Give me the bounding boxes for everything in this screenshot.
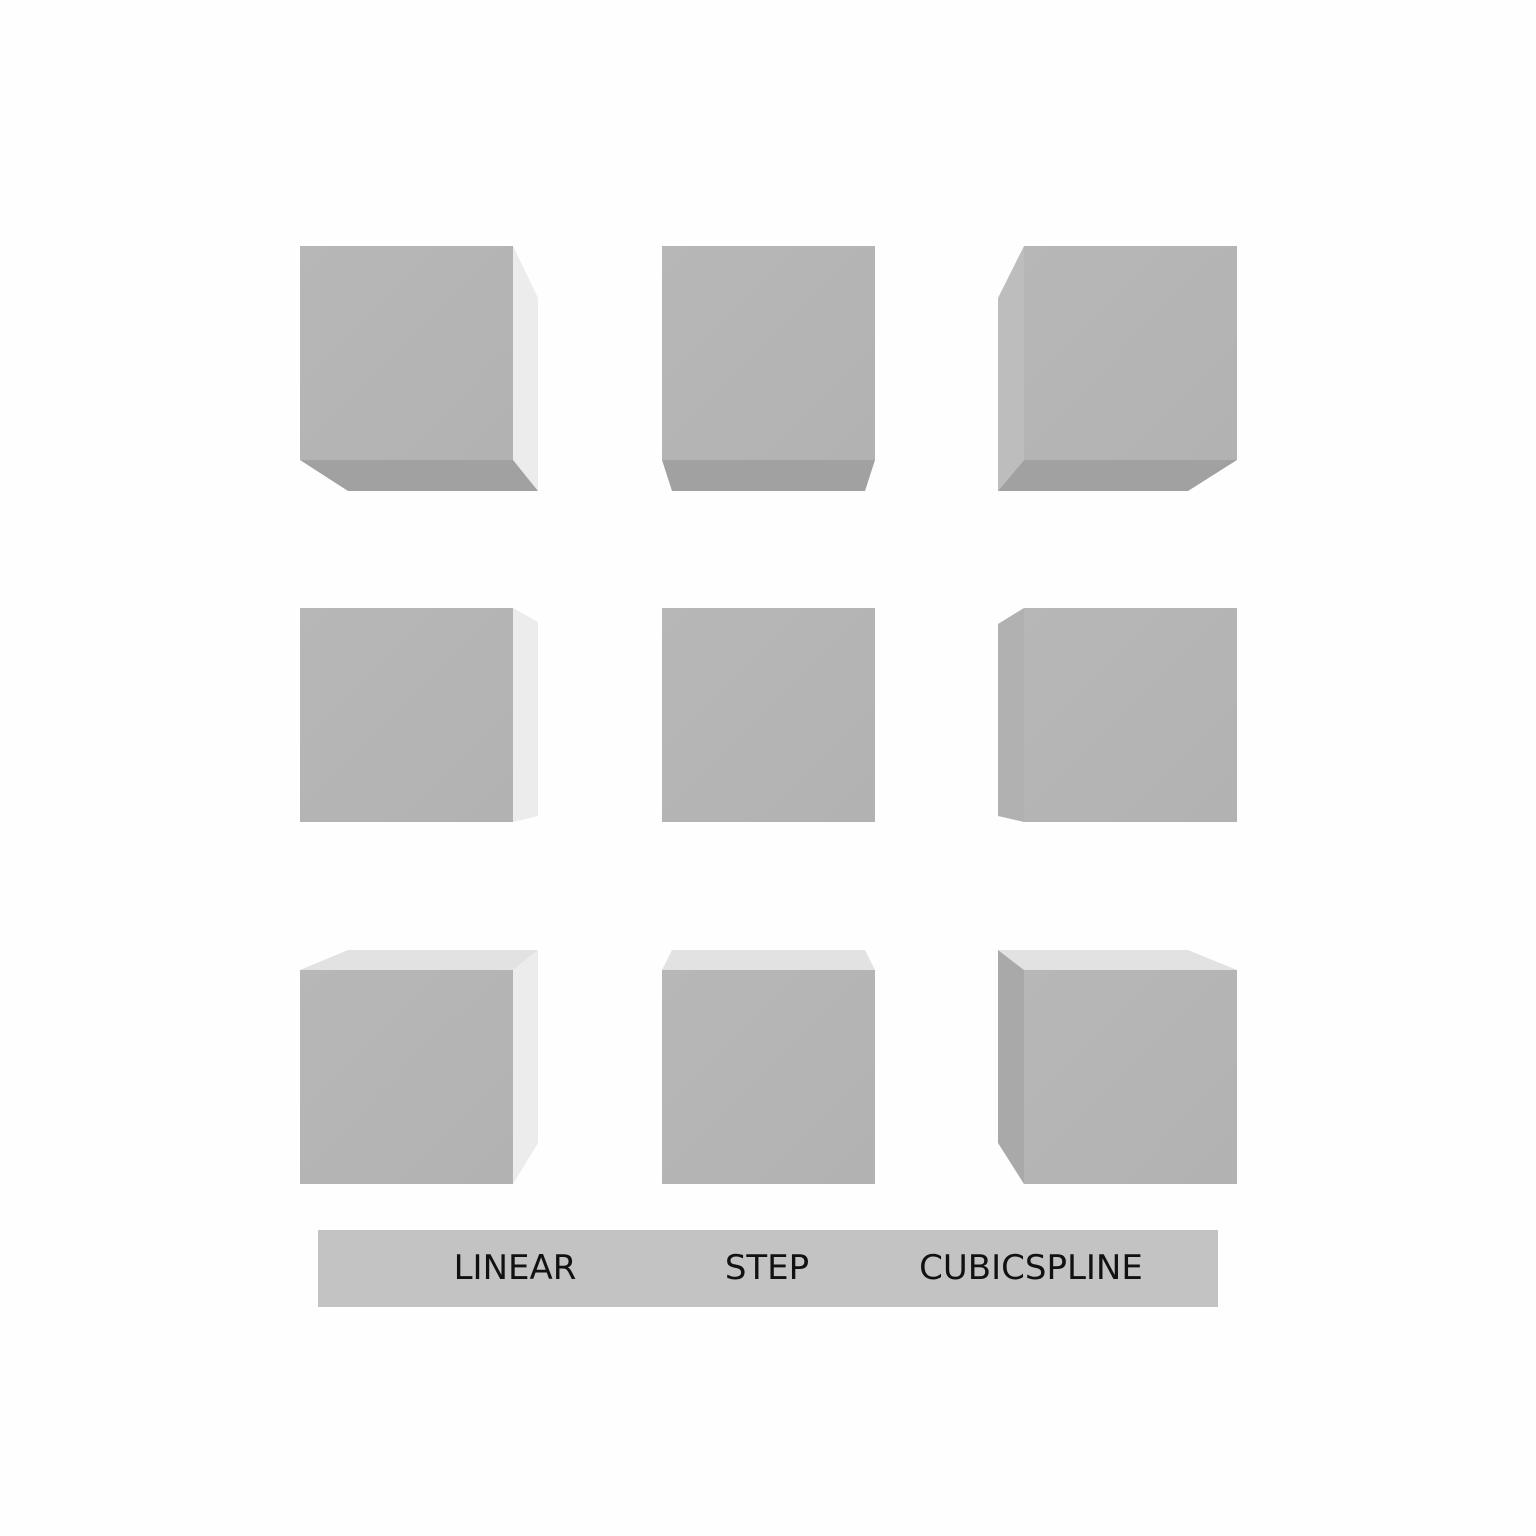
cube-side-face xyxy=(513,608,538,822)
cube-step-row3 xyxy=(662,950,875,1184)
cube-linear-row3 xyxy=(300,950,538,1184)
cube-top-face xyxy=(662,950,875,970)
cube-side-face xyxy=(998,246,1024,491)
cube-front-face xyxy=(662,246,875,460)
cube-cubicspline-row2 xyxy=(998,608,1237,822)
cube-cubicspline-row3 xyxy=(998,950,1237,1184)
cube-linear-row2 xyxy=(300,608,538,822)
cube-side-face xyxy=(998,608,1024,822)
cube-front-face xyxy=(300,246,513,460)
cube-side-face xyxy=(513,246,538,491)
label-linear: LINEAR xyxy=(453,1248,577,1288)
interpolation-label-bar: LINEAR STEP CUBICSPLINE xyxy=(318,1230,1218,1307)
cube-top-face xyxy=(998,950,1237,970)
cube-bottom-face xyxy=(662,460,875,491)
cube-linear-row1 xyxy=(300,246,538,491)
cube-front-face xyxy=(1024,246,1237,460)
cube-front-face xyxy=(300,970,513,1184)
cube-bottom-face xyxy=(300,460,538,491)
label-cubicspline: CUBICSPLINE xyxy=(919,1248,1143,1288)
cube-bottom-face xyxy=(998,460,1237,491)
cube-side-face xyxy=(513,950,538,1184)
cube-front-face xyxy=(1024,608,1237,822)
cube-top-face xyxy=(300,950,538,970)
cube-step-row1 xyxy=(662,246,875,491)
label-step: STEP xyxy=(724,1248,810,1288)
cube-step-row2 xyxy=(662,608,875,822)
cube-front-face xyxy=(662,970,875,1184)
cube-front-face xyxy=(1024,970,1237,1184)
cube-side-face xyxy=(998,950,1024,1184)
cube-front-face xyxy=(662,608,875,822)
cube-cubicspline-row1 xyxy=(998,246,1237,491)
cube-front-face xyxy=(300,608,513,822)
